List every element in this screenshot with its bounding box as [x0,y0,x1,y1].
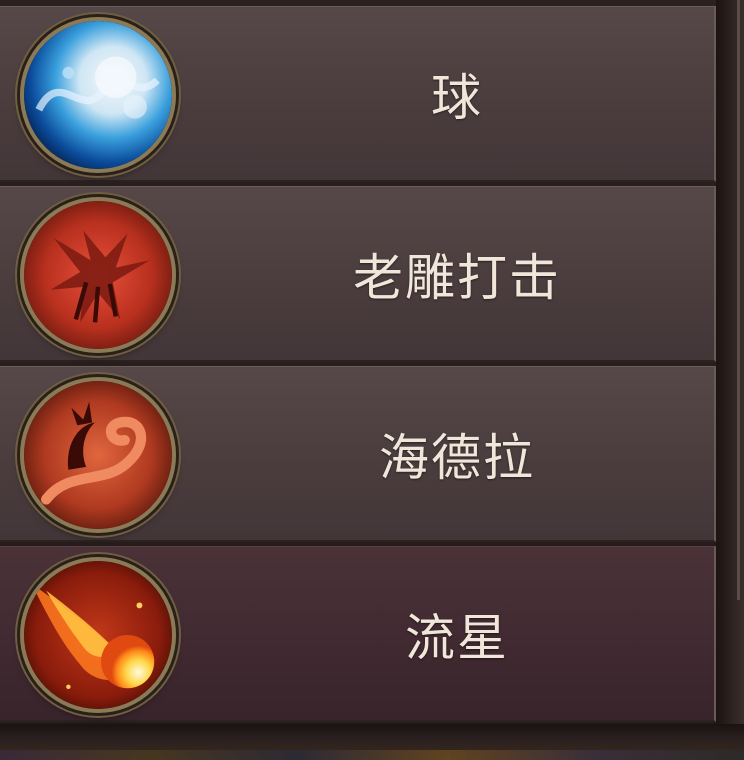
spell-label: 流星 [405,608,509,667]
spell-row-eagle-strike[interactable]: 老雕打击 [0,186,716,362]
eagle-strike-icon [20,197,176,353]
bottom-decor [0,750,744,760]
spell-row-meteor[interactable]: 流星 [0,546,716,722]
spell-row-orb[interactable]: 球 [0,6,716,182]
hydra-icon [20,377,176,533]
spell-list-panel: 球 老雕打击 海德拉 流星 [0,0,744,760]
water-orb-icon [20,17,176,173]
meteor-icon [20,557,176,713]
spell-list: 球 老雕打击 海德拉 流星 [0,6,716,726]
spell-label: 老雕打击 [353,248,561,307]
scrollbar-track[interactable] [737,0,740,600]
bottom-bar [0,724,744,760]
spell-label: 海德拉 [379,428,535,487]
spell-row-hydra[interactable]: 海德拉 [0,366,716,542]
spell-label: 球 [431,68,483,127]
